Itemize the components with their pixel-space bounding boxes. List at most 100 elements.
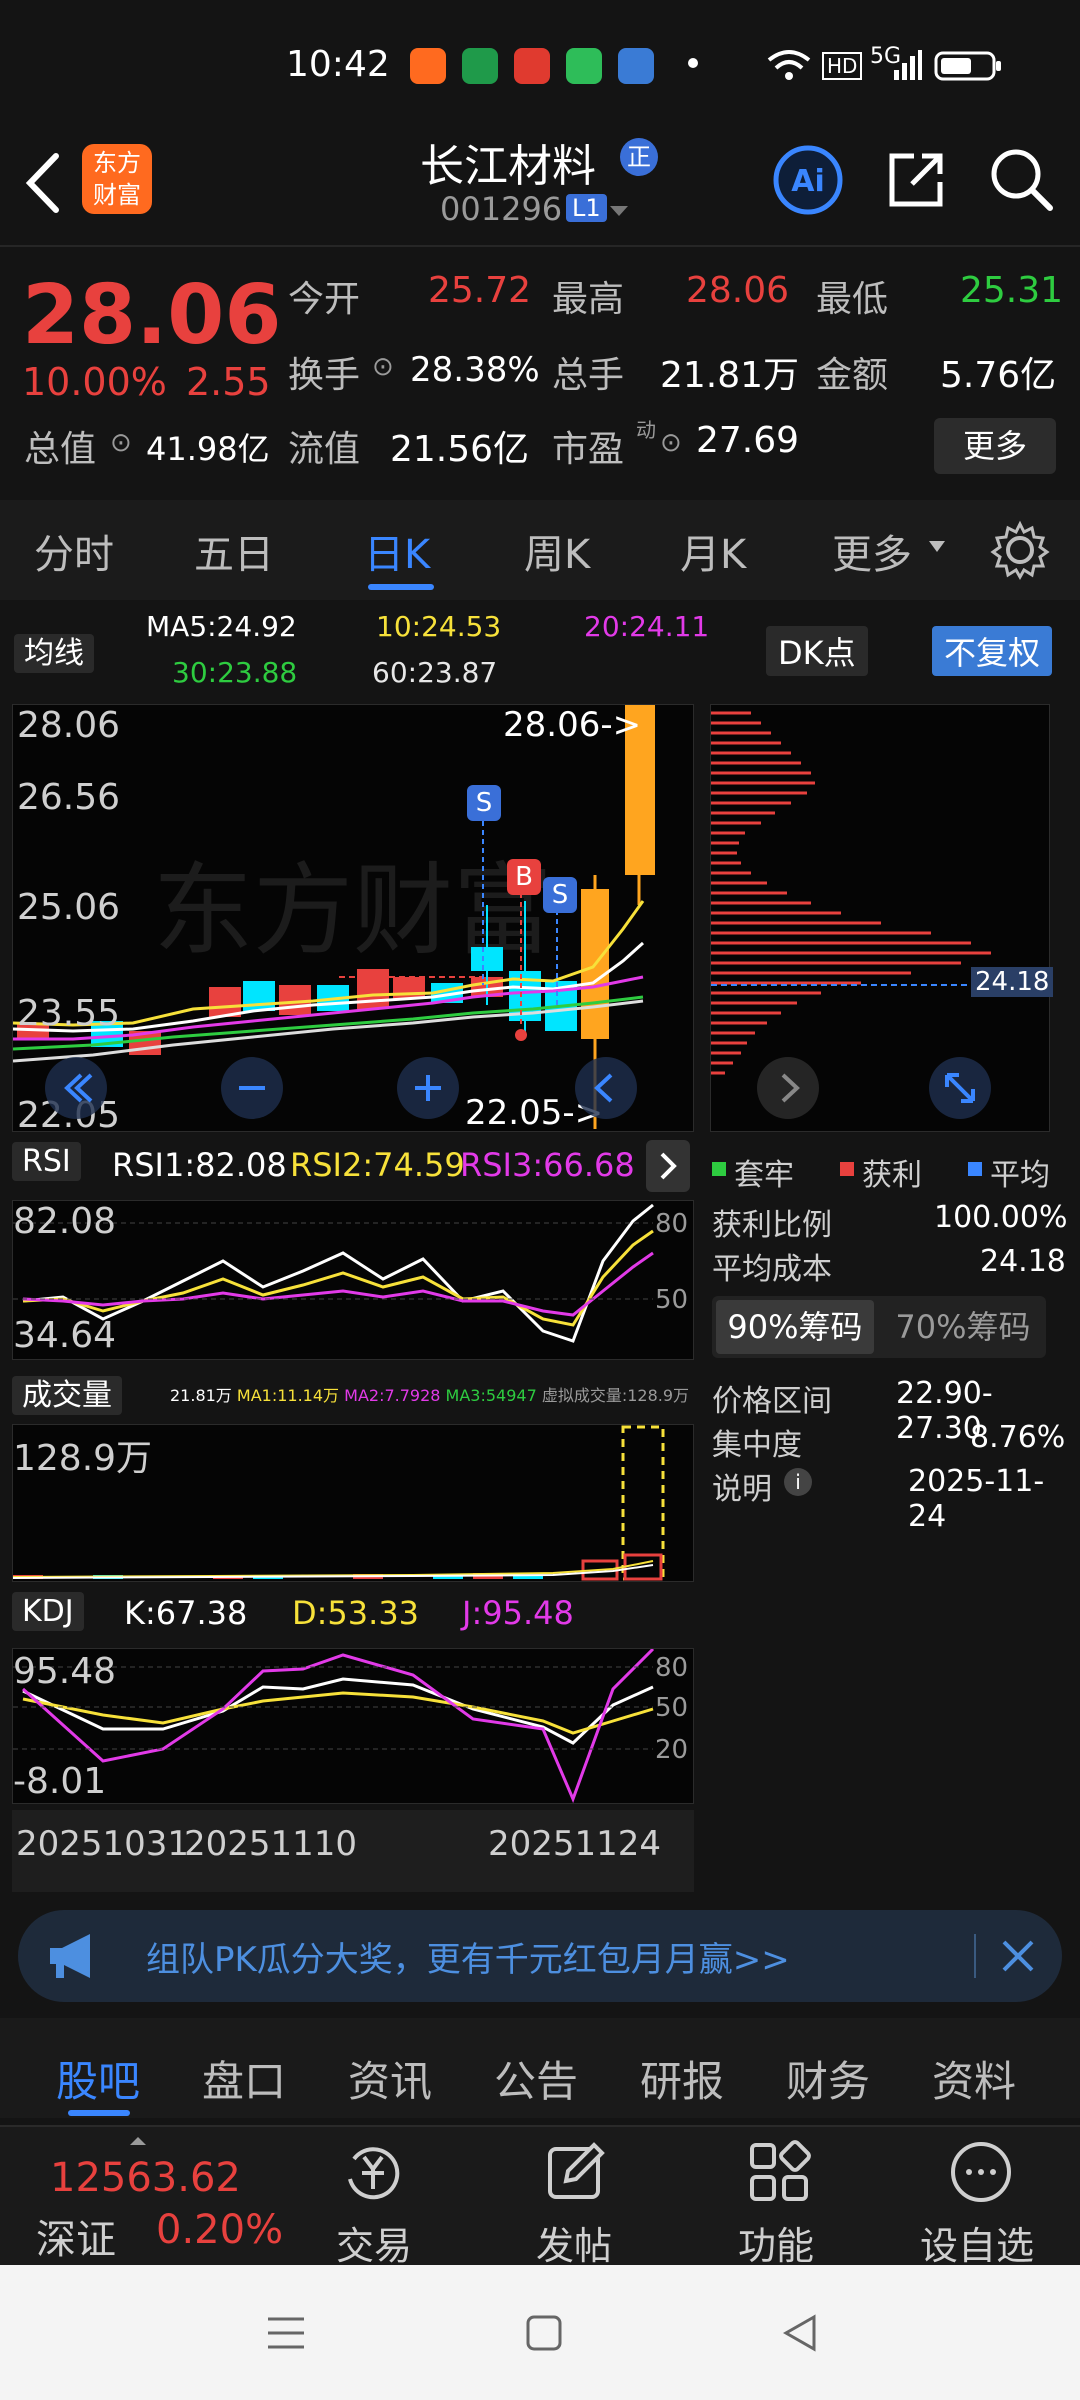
volume-dropdown[interactable]: 成交量	[12, 1370, 122, 1415]
scroll-right-icon[interactable]	[573, 1055, 639, 1121]
chevron-down-icon[interactable]	[928, 540, 946, 554]
quote-value: 25.72	[428, 270, 532, 311]
close-icon[interactable]	[998, 1936, 1038, 1976]
quote-label: 总手	[552, 355, 625, 396]
chevron-right-icon[interactable]	[755, 1055, 821, 1121]
kdj-d-label: D:53.33	[292, 1594, 420, 1632]
functions-label[interactable]: 功能	[738, 2215, 814, 2270]
chip-distribution-chart[interactable]: 24.18	[710, 704, 1054, 1132]
y-axis-label: 26.56	[17, 777, 121, 818]
tab-chip-90[interactable]: 90%筹码	[716, 1300, 874, 1354]
volume-chart[interactable]: 128.9万	[12, 1424, 694, 1582]
promo-banner[interactable]: 组队PK瓜分大奖，更有千元红包月月赢>>	[18, 1910, 1062, 2002]
total-value: 41.98亿	[146, 430, 270, 468]
info-icon[interactable]: ⊙	[110, 428, 132, 458]
search-icon[interactable]	[986, 144, 1056, 214]
svg-text:Ai: Ai	[791, 164, 825, 199]
kline-chart[interactable]: 东方财富 28.06 26.56 25.06 23.55 28.06-> 22.…	[12, 704, 694, 1136]
pe-superscript: 动	[636, 418, 656, 442]
app-logo[interactable]: 东方财富	[82, 144, 152, 214]
info-icon[interactable]: ⊙	[660, 428, 682, 458]
ma60-label: 60:23.87	[372, 656, 498, 689]
chevron-down-icon[interactable]	[608, 204, 630, 218]
megaphone-icon	[50, 1934, 90, 1978]
section-tabs: 股吧 盘口 资讯 公告 研报 财务 资料	[0, 2018, 1080, 2118]
dot-icon	[688, 58, 698, 68]
info-icon[interactable]: ⊙	[372, 352, 394, 382]
banner-text: 组队PK瓜分大奖，更有千元红包月月赢>>	[146, 1940, 790, 1980]
tab-research[interactable]: 研报	[640, 2048, 724, 2109]
index-value[interactable]: 12563.62	[50, 2155, 241, 2201]
level-badge[interactable]: L1	[566, 194, 607, 222]
tab-finance[interactable]: 财务	[786, 2048, 870, 2109]
profit-ratio-label: 获利比例	[712, 1208, 832, 1243]
date-axis: 20251031 20251110 20251124	[12, 1810, 694, 1892]
add-watchlist-icon[interactable]	[948, 2139, 1014, 2205]
tab-daily-k[interactable]: 日K	[364, 522, 430, 580]
post-icon[interactable]	[544, 2139, 610, 2205]
index-change[interactable]: 0.20%	[156, 2207, 283, 2253]
tab-news[interactable]: 资讯	[348, 2048, 432, 2109]
back-nav-icon[interactable]	[780, 2313, 820, 2353]
more-button[interactable]: 更多	[934, 418, 1056, 474]
expand-icon[interactable]	[927, 1055, 993, 1121]
up-arrow-icon	[130, 2137, 146, 2145]
quote-label: 最低	[816, 279, 889, 320]
zoom-out-icon[interactable]	[219, 1055, 285, 1121]
add-watchlist-label[interactable]: 设自选	[920, 2215, 1034, 2270]
tab-profile[interactable]: 资料	[932, 2048, 1016, 2109]
quote-value: 27.69	[696, 420, 800, 461]
menu-icon[interactable]	[266, 2313, 306, 2353]
sell-marker[interactable]: S	[543, 877, 577, 913]
tab-pankou[interactable]: 盘口	[202, 2048, 286, 2109]
quote-value: 28.38%	[410, 350, 540, 390]
chevron-right-icon[interactable]	[646, 1140, 690, 1192]
volume-value: 21.81万	[170, 1386, 232, 1405]
zoom-in-icon[interactable]	[395, 1055, 461, 1121]
index-name[interactable]: 深证	[36, 2207, 116, 2265]
avg-cost-marker: 24.18	[971, 967, 1054, 997]
gear-icon[interactable]	[990, 520, 1050, 580]
info-icon[interactable]: i	[784, 1468, 812, 1496]
back-icon[interactable]	[20, 150, 64, 216]
battery-icon	[934, 51, 1001, 81]
kdj-dropdown[interactable]: KDJ	[12, 1592, 84, 1631]
post-label[interactable]: 发帖	[536, 2215, 612, 2270]
date-label: 20251110	[184, 1824, 358, 1864]
ma-dropdown[interactable]: 均线	[14, 628, 94, 673]
scroll-left-icon[interactable]	[43, 1055, 109, 1121]
trade-label[interactable]: 交易	[336, 2215, 412, 2270]
stock-header: 东方财富 长江材料 正 001296 L1 Ai	[0, 130, 1080, 245]
tab-intraday[interactable]: 分时	[34, 522, 114, 580]
functions-icon[interactable]	[746, 2139, 812, 2205]
last-price: 28.06	[22, 268, 282, 363]
concentration-label: 集中度	[712, 1428, 802, 1463]
tab-weekly-k[interactable]: 周K	[524, 522, 590, 580]
home-icon[interactable]	[524, 2313, 564, 2353]
kdj-y-bottom: -8.01	[13, 1761, 107, 1802]
stock-code: 001296	[440, 190, 563, 228]
date-label: 20251031	[16, 1824, 190, 1864]
trade-icon[interactable]	[340, 2139, 406, 2205]
rsi-chart[interactable]: 82.08 34.64 80 50	[12, 1200, 694, 1360]
sell-marker[interactable]: S	[467, 785, 501, 821]
tab-announcement[interactable]: 公告	[494, 2048, 578, 2109]
tab-guba[interactable]: 股吧	[56, 2048, 140, 2109]
tab-chip-70[interactable]: 70%筹码	[884, 1300, 1042, 1354]
legend-swatch	[712, 1162, 726, 1176]
virtual-volume: 虚拟成交量:128.9万	[541, 1386, 690, 1405]
hd-icon: HD	[822, 52, 863, 80]
tab-five-day[interactable]: 五日	[194, 522, 274, 580]
kdj-chart[interactable]: 95.48 -8.01 80 50 20	[12, 1647, 694, 1804]
rsi-dropdown[interactable]: RSI	[12, 1142, 81, 1181]
volume-ma3: MA3:54947	[445, 1386, 537, 1405]
adjust-button[interactable]: 不复权	[932, 626, 1053, 676]
dk-point-button[interactable]: DK点	[766, 626, 868, 676]
share-icon[interactable]	[884, 146, 950, 212]
note-date: 2025-11-24	[908, 1464, 1045, 1534]
buy-marker[interactable]: B	[507, 859, 541, 895]
high-marker: 28.06->	[503, 705, 642, 745]
tab-more[interactable]: 更多	[832, 522, 912, 580]
ai-icon[interactable]: Ai	[772, 144, 844, 216]
tab-monthly-k[interactable]: 月K	[680, 522, 746, 580]
